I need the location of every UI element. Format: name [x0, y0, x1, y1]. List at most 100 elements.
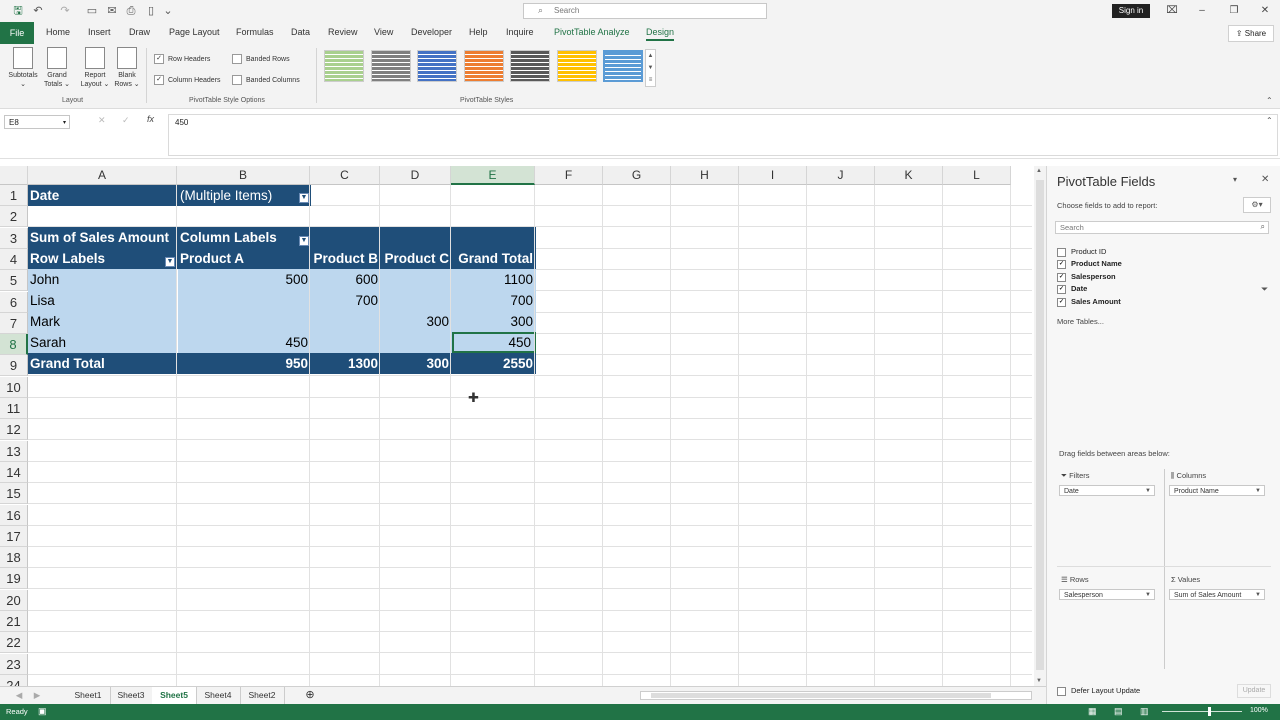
row-header-16[interactable]: 16	[0, 504, 28, 526]
pivot-col-header[interactable]: Product B	[311, 248, 381, 269]
tab-help[interactable]: Help	[469, 27, 488, 37]
tab-pivottable-analyze[interactable]: PivotTable Analyze	[554, 27, 630, 37]
row-header-21[interactable]: 21	[0, 611, 28, 632]
zoom-level[interactable]: 100%	[1250, 707, 1268, 714]
row-header-3[interactable]: 3	[0, 227, 28, 249]
tab-home[interactable]: Home	[46, 27, 70, 37]
pivot-cell[interactable]: 450	[178, 332, 311, 353]
row-header-6[interactable]: 6	[0, 291, 28, 313]
column-header-b[interactable]: B	[177, 166, 310, 185]
pane-options-dropdown-icon[interactable]: ▾	[1233, 175, 1237, 184]
pivot-cell[interactable]: 300	[381, 311, 452, 332]
pivot-cell-total[interactable]: 300	[452, 311, 536, 332]
column-header-f[interactable]: F	[535, 166, 603, 185]
row-filter-icon[interactable]: ▼	[165, 257, 175, 267]
tab-page-layout[interactable]: Page Layout	[169, 27, 220, 37]
column-header-i[interactable]: I	[739, 166, 807, 185]
tab-formulas[interactable]: Formulas	[236, 27, 274, 37]
vertical-scrollbar[interactable]: ▲ ▼	[1034, 166, 1046, 686]
row-header-18[interactable]: 18	[0, 547, 28, 569]
prev-sheet-icon[interactable]: ◀	[12, 687, 26, 704]
pivot-row-labels[interactable]: Row Labels	[28, 248, 177, 269]
column-filter-icon[interactable]: ▼	[299, 236, 309, 246]
field-sales-amount[interactable]: ✓ Sales Amount	[1057, 297, 1121, 307]
new-sheet-icon[interactable]: ⊕	[302, 687, 318, 704]
ribbon-display-icon[interactable]: ⌧	[1162, 3, 1182, 19]
field-salesperson[interactable]: ✓ Salesperson	[1057, 272, 1116, 282]
insert-function-icon[interactable]: fx	[147, 114, 154, 124]
name-box-dropdown-icon[interactable]: ▾	[63, 116, 66, 130]
row-header-5[interactable]: 5	[0, 270, 28, 292]
pivot-row-label[interactable]: Mark	[28, 311, 177, 332]
field-product-name[interactable]: ✓ Product Name	[1057, 259, 1122, 269]
dropdown-icon[interactable]: ▼	[1255, 590, 1261, 601]
row-header-4[interactable]: 4	[0, 248, 28, 270]
field-date[interactable]: ✓ Date	[1057, 284, 1087, 294]
share-button[interactable]: ⇪ Share	[1228, 25, 1274, 42]
filters-item-date[interactable]: Date ▼	[1059, 485, 1155, 496]
pivot-style-swatch[interactable]	[510, 50, 550, 82]
column-header-l[interactable]: L	[943, 166, 1011, 185]
columns-item-product-name[interactable]: Product Name ▼	[1169, 485, 1265, 496]
enter-icon[interactable]: ✓	[122, 115, 130, 126]
column-headers-checkbox[interactable]: ✓ Column Headers	[154, 75, 221, 85]
tab-draw[interactable]: Draw	[129, 27, 150, 37]
next-sheet-icon[interactable]: ▶	[30, 687, 44, 704]
tab-inquire[interactable]: Inquire	[506, 27, 534, 37]
pivot-cell[interactable]	[178, 311, 311, 332]
worksheet-grid[interactable]: ABCDEFGHIJKL 1 2 3 4 5 6 7 8 9 10 11 12 13 14 15 16 17 18…	[0, 166, 1032, 686]
row-header-12[interactable]: 12	[0, 419, 28, 441]
horizontal-scrollbar[interactable]	[640, 691, 1032, 700]
pivot-cell[interactable]: 600	[311, 269, 381, 290]
pivot-grand-cell[interactable]: 950	[178, 353, 311, 374]
gear-icon[interactable]: ⚙▾	[1243, 197, 1271, 213]
dropdown-icon[interactable]: ▼	[1145, 590, 1151, 601]
pivot-row-label[interactable]: Lisa	[28, 290, 177, 311]
row-header-1[interactable]: 1	[0, 185, 28, 206]
tab-view[interactable]: View	[374, 27, 393, 37]
pivot-style-swatch[interactable]	[324, 50, 364, 82]
scroll-up-icon[interactable]: ▲	[1036, 168, 1042, 174]
sheet-tab[interactable]: Sheet3	[110, 687, 153, 704]
row-header-14[interactable]: 14	[0, 461, 28, 483]
row-header-10[interactable]: 10	[0, 376, 28, 398]
dropdown-icon[interactable]: ▼	[1255, 486, 1261, 497]
column-header-h[interactable]: H	[671, 166, 739, 185]
zoom-slider[interactable]	[1162, 711, 1242, 712]
tab-data[interactable]: Data	[291, 27, 310, 37]
sheet-tab[interactable]: Sheet4	[196, 687, 241, 704]
banded-columns-checkbox[interactable]: Banded Columns	[232, 75, 300, 85]
collapse-ribbon-icon[interactable]: ⌃	[1266, 96, 1273, 105]
pivot-grand-total-label[interactable]: Grand Total	[28, 353, 177, 374]
page-break-view-icon[interactable]: ▥	[1140, 706, 1149, 717]
name-box[interactable]: E8 ▾	[4, 115, 70, 129]
pivot-filter-label[interactable]: Date	[28, 185, 177, 206]
field-product-id[interactable]: Product ID	[1057, 247, 1106, 257]
pivot-cell-total[interactable]: 1100	[452, 269, 536, 290]
tab-developer[interactable]: Developer	[411, 27, 452, 37]
filter-icon[interactable]: ▼	[299, 193, 309, 203]
rows-item-salesperson[interactable]: Salesperson ▼	[1059, 589, 1155, 600]
row-header-23[interactable]: 23	[0, 653, 28, 675]
pivot-style-swatch[interactable]	[603, 50, 643, 82]
pivot-cell[interactable]	[381, 290, 452, 311]
pivot-column-labels[interactable]: Column Labels	[178, 227, 311, 248]
zoom-slider-thumb[interactable]	[1208, 707, 1211, 716]
pivot-style-swatch[interactable]	[417, 50, 457, 82]
pivot-col-header[interactable]: Grand Total	[452, 248, 536, 269]
expand-formula-icon[interactable]: ⌃	[1266, 116, 1273, 125]
minimize-icon[interactable]: –	[1192, 3, 1212, 19]
pivot-col-header[interactable]: Product C	[381, 248, 452, 269]
column-header-j[interactable]: J	[807, 166, 875, 185]
normal-view-icon[interactable]: ▦	[1088, 706, 1097, 717]
sheet-tab[interactable]: Sheet2	[240, 687, 285, 704]
grand-totals-button[interactable]: Grand Totals ⌄	[42, 47, 72, 89]
pivot-style-swatch[interactable]	[370, 50, 411, 82]
tab-file[interactable]: File	[0, 22, 34, 44]
pivot-cell[interactable]	[311, 311, 381, 332]
row-header-2[interactable]: 2	[0, 206, 28, 228]
pivot-cell[interactable]	[381, 269, 452, 290]
row-header-13[interactable]: 13	[0, 440, 28, 462]
column-header-e[interactable]: E	[451, 166, 535, 185]
formula-input[interactable]	[168, 114, 1278, 156]
